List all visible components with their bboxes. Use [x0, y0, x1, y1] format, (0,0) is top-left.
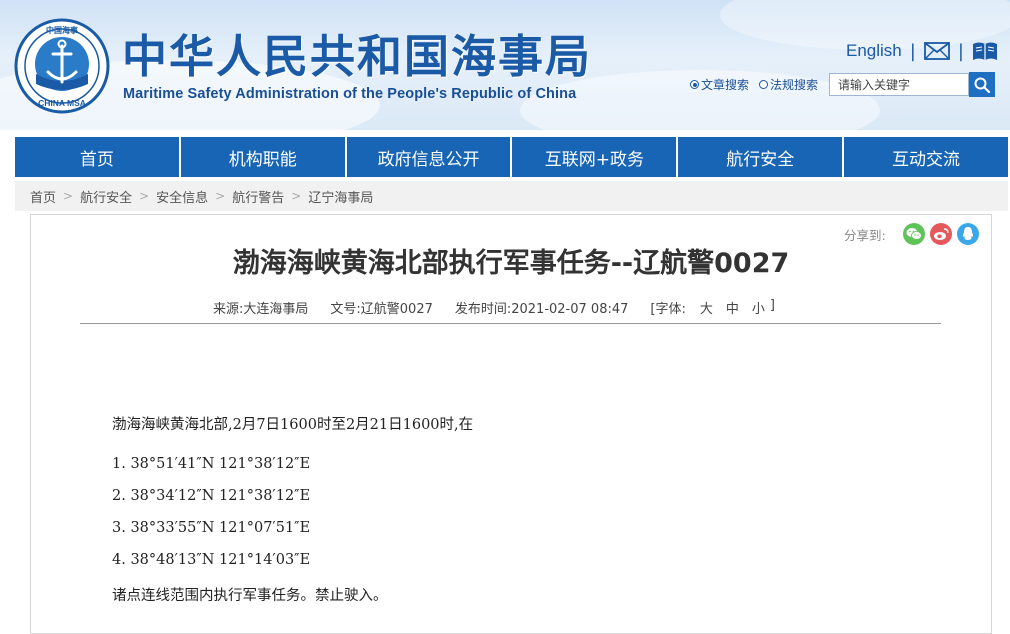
- breadcrumb-item[interactable]: 航行警告: [232, 187, 284, 206]
- logo-text-top: 中国海事: [46, 25, 78, 35]
- nav-item-interaction[interactable]: 互动交流: [844, 137, 1008, 177]
- radio-article-search[interactable]: 文章搜索: [690, 76, 749, 93]
- nav-item-navigation-safety[interactable]: 航行安全: [678, 137, 845, 177]
- msa-logo[interactable]: 中国海事 CHINA MSA: [14, 18, 110, 114]
- meta-publish-time: 发布时间:2021-02-07 08:47: [454, 302, 629, 317]
- weibo-icon: [933, 228, 949, 240]
- title-divider: [80, 323, 941, 324]
- separator: |: [909, 40, 916, 62]
- font-size-label: [字体:: [650, 302, 686, 317]
- nav-item-internet-gov[interactable]: 互联网+政务: [512, 137, 679, 177]
- article-title: 渤海海峡黄海北部执行军事任务--辽航警0027: [232, 248, 790, 279]
- radio-label: 法规搜索: [770, 78, 819, 92]
- nav-item-home[interactable]: 首页: [15, 137, 181, 177]
- radio-unselected-icon: [759, 80, 769, 89]
- article-closing: 诸点连线范围内执行军事任务。禁止驶入。: [112, 588, 388, 604]
- radio-regulation-search[interactable]: 法规搜索: [759, 76, 818, 93]
- separator: |: [957, 40, 964, 62]
- font-size-medium-button[interactable]: 中: [726, 298, 739, 317]
- radio-selected-icon: [690, 80, 699, 89]
- breadcrumb-separator: >: [291, 189, 302, 203]
- breadcrumb: 首页 > 航行安全 > 安全信息 > 航行警告 > 辽宁海事局: [15, 181, 1008, 211]
- breadcrumb-item[interactable]: 安全信息: [156, 187, 208, 206]
- meta-doc-number: 文号:辽航警0027: [330, 302, 433, 317]
- logo-text-bottom: CHINA MSA: [38, 98, 86, 108]
- article-meta: 来源:大连海事局 文号:辽航警0027 发布时间:2021-02-07 08:4…: [213, 298, 775, 317]
- wechat-icon: [906, 228, 922, 240]
- site-title[interactable]: 中华人民共和国海事局: [122, 34, 592, 79]
- radio-label: 文章搜索: [701, 78, 750, 92]
- nav-item-gov-info[interactable]: 政府信息公开: [346, 137, 513, 177]
- site-subtitle: Maritime Safety Administration of the Pe…: [123, 86, 577, 102]
- top-links: English | |: [846, 38, 998, 64]
- breadcrumb-item[interactable]: 首页: [30, 187, 56, 206]
- search-input[interactable]: [829, 73, 970, 96]
- english-link[interactable]: English: [846, 41, 902, 61]
- book-icon[interactable]: [972, 41, 998, 61]
- breadcrumb-separator: >: [215, 189, 226, 203]
- coordinate-point: 2. 38°34′12″N 121°38′12″E: [112, 488, 311, 504]
- font-size-small-button[interactable]: 小: [752, 298, 765, 317]
- meta-source: 来源:大连海事局: [213, 302, 309, 317]
- coordinate-point: 1. 38°51′41″N 121°38′12″E: [112, 456, 311, 472]
- breadcrumb-separator: >: [63, 189, 74, 203]
- search-area: 文章搜索 法规搜索: [690, 72, 996, 97]
- main-nav: 首页 机构职能 政府信息公开 互联网+政务 航行安全 互动交流: [15, 137, 1008, 177]
- search-icon: [974, 77, 991, 93]
- breadcrumb-item[interactable]: 航行安全: [80, 187, 132, 206]
- nav-item-functions[interactable]: 机构职能: [180, 137, 347, 177]
- coordinate-point: 3. 38°33′55″N 121°07′51″E: [112, 520, 311, 536]
- font-size-label-close: ]: [769, 298, 775, 313]
- site-header: 中国海事 CHINA MSA 中华人民共和国海事局 Maritime Safet…: [0, 0, 1010, 130]
- search-button[interactable]: [969, 72, 996, 97]
- coordinate-point: 4. 38°48′13″N 121°14′03″E: [112, 552, 311, 568]
- mail-icon[interactable]: [923, 42, 950, 60]
- breadcrumb-item[interactable]: 辽宁海事局: [308, 187, 373, 206]
- article-intro: 渤海海峡黄海北部,2月7日1600时至2月21日1600时,在: [112, 417, 474, 433]
- breadcrumb-separator: >: [139, 189, 150, 203]
- font-size-large-button[interactable]: 大: [700, 298, 713, 317]
- qq-icon: [962, 227, 973, 240]
